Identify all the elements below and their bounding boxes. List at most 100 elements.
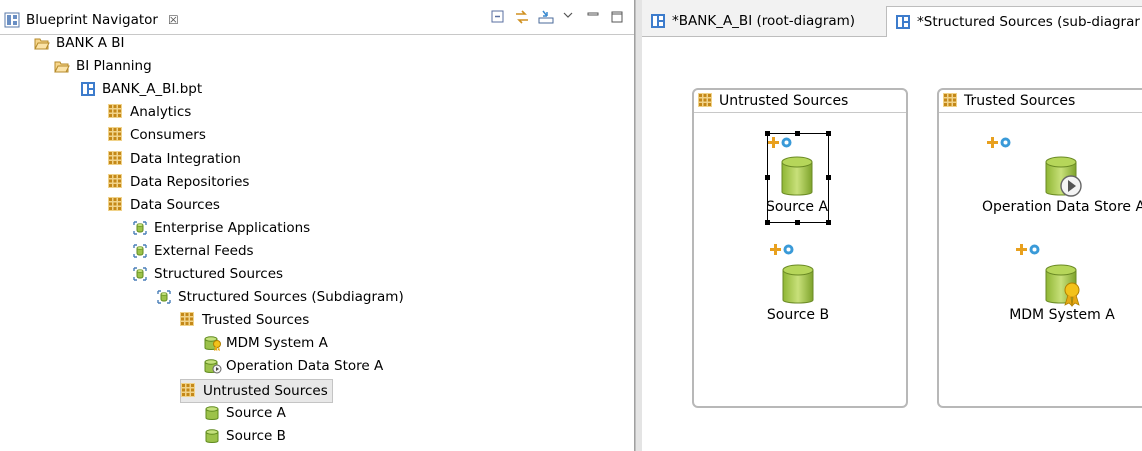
mdm-database-icon: [204, 335, 221, 352]
grid-icon: [108, 150, 124, 167]
tree-item-label: Analytics: [130, 104, 192, 121]
tree-item-label: Source A: [226, 404, 286, 421]
tree-item-structured-sources[interactable]: Structured Sources: [132, 263, 283, 285]
tab-sub-diagram[interactable]: *Structured Sources (sub-diagrar: [886, 6, 1142, 37]
database-icon: [780, 155, 814, 199]
subdiagram-icon: [132, 220, 148, 236]
pool-title: Untrusted Sources: [719, 93, 849, 109]
database-icon: [204, 405, 220, 421]
node-operation-data-store-a[interactable]: Operation Data Store A: [982, 155, 1142, 215]
node-label: Operation Data Store A: [982, 199, 1142, 215]
tree-item-external-feeds[interactable]: External Feeds: [132, 240, 254, 262]
grid-icon: [181, 382, 197, 399]
tree-item-label: Enterprise Applications: [154, 219, 311, 236]
navigator-header: Blueprint Navigator ☒: [0, 0, 634, 35]
grid-icon: [108, 127, 124, 143]
tree-item-label: External Feeds: [154, 242, 254, 259]
tree-item-label: Structured Sources: [154, 266, 284, 282]
tree-item-bank-a-bi-bpt[interactable]: BANK_A_BI.bpt: [80, 78, 202, 100]
tree-item-untrusted-sources[interactable]: Untrusted Sources: [180, 378, 333, 403]
blueprint-file-icon: [80, 81, 96, 97]
resize-handle[interactable]: [765, 220, 770, 225]
tab-root-diagram[interactable]: *BANK_A_BI (root-diagram): [642, 6, 890, 36]
tree-item-data-sources[interactable]: Data Sources: [108, 194, 220, 216]
minimize-icon[interactable]: [586, 9, 602, 25]
node-source-a[interactable]: Source A: [764, 155, 830, 215]
folder-open-icon: [34, 35, 50, 51]
tree-item-label: MDM System A: [226, 335, 328, 352]
tree-item-label: Consumers: [130, 127, 206, 144]
link-with-editor-icon[interactable]: [514, 9, 530, 25]
mdm-database-icon: [1042, 263, 1082, 307]
tree-item-source-b[interactable]: Source B: [204, 425, 286, 447]
tree-item-label: Data Integration: [130, 150, 241, 167]
diagram-icon: [895, 14, 911, 30]
node-mdm-system-a[interactable]: MDM System A: [997, 263, 1127, 323]
grid-icon: [108, 104, 124, 120]
view-menu-icon[interactable]: [562, 9, 578, 25]
diagram-canvas[interactable]: Untrusted Sources Trusted Sources Source…: [642, 37, 1142, 451]
tree-item-label: Source B: [226, 427, 286, 444]
resize-handle[interactable]: [826, 220, 831, 225]
tree-item-structured-sources-subdiagram[interactable]: Structured Sources (Subdiagram): [156, 286, 404, 308]
resize-handle[interactable]: [765, 131, 770, 136]
tree-item-data-repositories[interactable]: Data Repositories: [108, 171, 249, 193]
grid-icon: [943, 93, 959, 109]
tree-item-label: Trusted Sources: [202, 312, 310, 329]
diagram-icon: [650, 13, 666, 29]
tree-item-label: BANK A BI: [56, 35, 125, 51]
navigator-title: Blueprint Navigator: [26, 12, 158, 28]
resize-handle[interactable]: [795, 220, 800, 225]
resize-handle[interactable]: [826, 131, 831, 136]
close-icon[interactable]: ☒: [168, 13, 179, 27]
tab-blueprint-navigator[interactable]: Blueprint Navigator ☒: [4, 6, 187, 34]
ods-database-icon: [204, 358, 222, 374]
tree-item-label: Operation Data Store A: [226, 358, 384, 375]
tree-item-trusted-sources[interactable]: Trusted Sources: [180, 309, 309, 331]
pool-header: Untrusted Sources: [694, 90, 906, 113]
blueprint-navigator-panel: Blueprint Navigator ☒ BANK A BI BI Plann…: [0, 0, 635, 451]
grid-icon: [698, 93, 714, 109]
tree-item-label: Data Repositories: [130, 173, 250, 190]
node-badges: [987, 137, 1011, 152]
navigator-toolbar: [490, 9, 626, 25]
grid-icon: [180, 312, 196, 328]
info-icon[interactable]: [1000, 137, 1011, 152]
tree-item-enterprise-applications[interactable]: Enterprise Applications: [132, 217, 310, 239]
tree-item-bank-a-bi[interactable]: BANK A BI: [34, 32, 125, 54]
tree-item-label: Data Sources: [130, 196, 220, 213]
subdiagram-icon: [132, 266, 148, 282]
info-icon[interactable]: [1029, 244, 1040, 259]
editor-tabbar: *BANK_A_BI (root-diagram) *Structured So…: [642, 0, 1142, 37]
tab-label: *Structured Sources (sub-diagrar: [917, 14, 1140, 30]
diagram-editor: *BANK_A_BI (root-diagram) *Structured So…: [642, 0, 1142, 451]
add-link-icon[interactable]: [770, 244, 781, 259]
node-source-b[interactable]: Source B: [760, 263, 836, 323]
blueprint-navigator-icon: [4, 12, 20, 28]
tab-label: *BANK_A_BI (root-diagram): [672, 13, 856, 29]
pool-title: Trusted Sources: [964, 93, 1076, 109]
resize-handle[interactable]: [795, 131, 800, 136]
database-icon: [781, 263, 815, 307]
info-icon[interactable]: [783, 244, 794, 259]
grid-icon: [108, 173, 124, 190]
maximize-icon[interactable]: [610, 9, 626, 25]
tree-item-analytics[interactable]: Analytics: [108, 101, 191, 123]
tree-item-label: Untrusted Sources: [203, 382, 328, 399]
folder-open-icon: [54, 58, 70, 74]
node-label: MDM System A: [1009, 307, 1115, 323]
add-link-icon[interactable]: [1016, 244, 1027, 259]
tree-item-operation-data-store-a[interactable]: Operation Data Store A: [204, 355, 383, 377]
import-icon[interactable]: [538, 9, 554, 25]
tree-item-source-a[interactable]: Source A: [204, 402, 286, 424]
node-badges: [1016, 244, 1040, 259]
tree-item-label: BI Planning: [76, 58, 152, 75]
subdiagram-icon: [156, 289, 172, 305]
tree-item-bi-planning[interactable]: BI Planning: [54, 55, 152, 77]
tree-item-consumers[interactable]: Consumers: [108, 124, 206, 146]
tree-item-data-integration[interactable]: Data Integration: [108, 148, 241, 170]
collapse-all-icon[interactable]: [490, 9, 506, 25]
tree-item-mdm-system-a[interactable]: MDM System A: [204, 332, 328, 354]
database-icon: [204, 428, 220, 444]
add-link-icon[interactable]: [987, 137, 998, 152]
